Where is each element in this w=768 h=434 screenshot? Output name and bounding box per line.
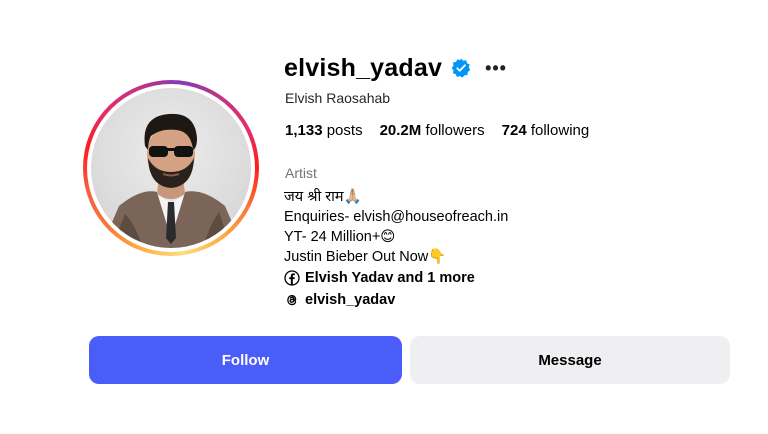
following-count: 724 [501,122,527,139]
following-stat[interactable]: 724 following [502,122,590,139]
bio-line: Enquiries- elvish@houseofreach.in [284,209,509,225]
facebook-link[interactable]: Elvish Yadav and 1 more [284,267,508,289]
profile-stats: 1,133 posts 20.2M followers 724 followin… [285,122,606,139]
followers-label: followers [425,122,485,139]
posts-count: 1,133 [285,122,323,139]
message-button[interactable]: Message [410,336,730,384]
facebook-link-text: Elvish Yadav and 1 more [305,270,475,286]
bio-line: Justin Bieber Out Now👇 [284,249,447,265]
profile-category: Artist [285,165,317,181]
followers-count: 20.2M [379,122,422,139]
following-label: following [530,122,590,139]
story-ring[interactable] [83,80,259,256]
facebook-icon [284,270,300,286]
follow-button[interactable]: Follow [89,336,402,384]
avatar-border [87,84,255,252]
verified-badge-icon [451,58,471,78]
username-row: elvish_yadav ••• [284,52,507,84]
posts-stat[interactable]: 1,133 posts [285,122,363,139]
followers-stat[interactable]: 20.2M followers [380,122,485,139]
bio-line: YT- 24 Million+😊 [284,229,396,245]
threads-link-text: elvish_yadav [305,292,396,308]
threads-icon [287,294,297,306]
more-options-icon[interactable]: ••• [485,59,507,77]
username: elvish_yadav [284,53,443,82]
full-name: Elvish Raosahab [285,90,391,106]
profile-bio: जय श्री राम🙏🏼 Enquiries- elvish@houseofr… [284,187,508,311]
posts-label: posts [326,122,363,139]
threads-link[interactable]: elvish_yadav [284,289,508,311]
profile-avatar[interactable] [91,88,251,248]
avatar-portrait [101,113,243,248]
bio-line: जय श्री राम🙏🏼 [284,189,362,205]
